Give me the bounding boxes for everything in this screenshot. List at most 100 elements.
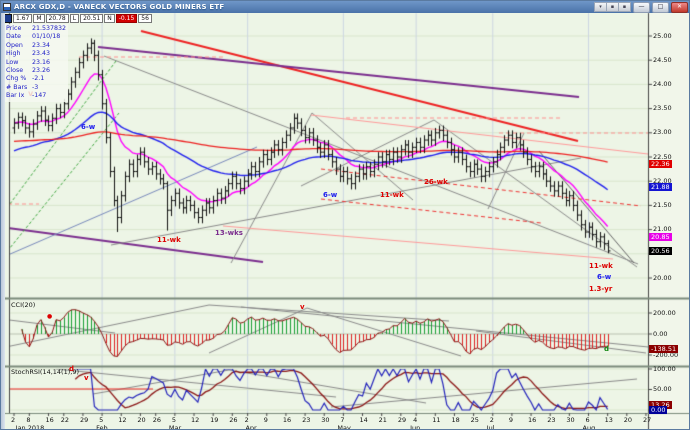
quote-cell-2: 20.78 [46, 14, 69, 23]
price-axis-tick: 23.00 [653, 129, 672, 136]
chart-annotation-6-w: 6-w [81, 123, 95, 131]
chart-annotation-d: d [69, 365, 74, 373]
price-axis-tick: 20.00 [653, 275, 672, 282]
price-chart-canvas[interactable] [1, 1, 690, 430]
chart-annotation-1.3-yr: 1.3-yr [589, 285, 612, 293]
chart-annotation-11-wk: 11-wk [157, 236, 181, 244]
price-marker-20.85: 20.85 [649, 233, 672, 241]
price-axis-tick: 24.50 [653, 57, 672, 64]
bar-info-panel: Price21.537832Date01/10/18Open23.34High2… [4, 24, 68, 102]
cci-axis-tick: -200.00 [653, 352, 678, 359]
date-month-label: Jul [487, 424, 495, 430]
price-marker-21.88: 21.88 [649, 183, 672, 191]
left-frame-strip [1, 13, 5, 430]
chart-annotation-●: ● [47, 313, 52, 320]
date-tick: 2 [11, 416, 15, 424]
date-tick: 26 [229, 416, 237, 424]
price-marker-22.36: 22.36 [649, 160, 672, 168]
tool-button-1[interactable]: ▾ [595, 3, 607, 11]
info-row: Chg %-2.1 [6, 75, 66, 83]
quote-cell-7: 56 [138, 14, 152, 23]
price-axis-tick: 25.00 [653, 33, 672, 40]
info-row: Open23.34 [6, 42, 66, 50]
date-tick: 2 [245, 416, 249, 424]
info-row: # Bars-3 [6, 84, 66, 92]
price-axis-tick: 24.00 [653, 81, 672, 88]
window-title: ARCX GDX,D - VANECK VECTORS GOLD MINERS … [14, 3, 224, 11]
date-tick: 27 [643, 416, 651, 424]
date-tick: 29 [80, 416, 88, 424]
info-row: Bar Ix-147 [6, 92, 66, 100]
date-tick: 18 [451, 416, 459, 424]
quote-cell-3: L [70, 14, 79, 23]
date-tick: 30 [321, 416, 329, 424]
date-tick: 20 [624, 416, 632, 424]
date-tick: 5 [172, 416, 176, 424]
cci-axis-tick: 200.00 [653, 310, 676, 317]
date-tick: 2 [490, 416, 494, 424]
date-tick: 29 [398, 416, 406, 424]
titlebar-tool-buttons[interactable]: ▾ ▪ ▪ [594, 2, 631, 12]
date-tick: 30 [566, 416, 574, 424]
date-tick: 16 [283, 416, 291, 424]
date-tick: 11 [432, 416, 440, 424]
date-tick: 8 [26, 416, 30, 424]
minimize-button[interactable]: — [633, 2, 650, 13]
date-month-label: May [337, 424, 350, 430]
cci-axis-tick: 0.00 [653, 331, 667, 338]
close-button[interactable]: ✕ [671, 2, 688, 13]
date-month-label: Feb [96, 424, 108, 430]
chart-annotation-11-wk: 11-wk [380, 191, 404, 199]
date-month-label: Aug [583, 424, 596, 430]
date-tick: 12 [118, 416, 126, 424]
info-row: High23.43 [6, 50, 66, 58]
info-row: Low23.16 [6, 59, 66, 67]
cci-panel-label: CCI(20) [11, 301, 35, 309]
quote-cell-5: N [104, 14, 115, 23]
info-row: Date01/10/18 [6, 33, 66, 41]
date-tick: 16 [45, 416, 53, 424]
price-axis-tick: 23.50 [653, 105, 672, 112]
date-tick: 5 [99, 416, 103, 424]
date-month-label: Mar [169, 424, 181, 430]
app-icon [3, 3, 11, 11]
quote-cell-0: 1.67 [13, 14, 32, 23]
cci-value-marker: -138.51 [649, 345, 678, 353]
stoch-axis-tick: 100.00 [653, 366, 676, 373]
chart-window: ARCX GDX,D - VANECK VECTORS GOLD MINERS … [0, 0, 690, 430]
date-tick: 4 [413, 416, 417, 424]
titlebar[interactable]: ARCX GDX,D - VANECK VECTORS GOLD MINERS … [1, 1, 690, 13]
chart-annotation-11-wk: 11-wk [589, 262, 613, 270]
date-tick: 19 [210, 416, 218, 424]
date-tick: 12 [191, 416, 199, 424]
chart-annotation-v: v [300, 303, 305, 311]
restore-button[interactable]: □ [652, 2, 669, 13]
date-tick: 25 [471, 416, 479, 424]
chart-annotation-v: v [84, 374, 89, 382]
date-tick: 20 [137, 416, 145, 424]
price-axis-tick: 21.50 [653, 202, 672, 209]
chart-annotation-d: d [604, 345, 609, 353]
quote-row: 1.67M20.78L20.51N-0.1556 [3, 14, 152, 23]
chart-annotation-6-w: 6-w [597, 273, 611, 281]
info-row: Price21.537832 [6, 25, 66, 33]
quote-cell-6: -0.15 [116, 14, 138, 23]
stoch-marker-0.00: 0.00 [649, 406, 667, 414]
date-tick: 21 [379, 416, 387, 424]
date-tick: 7 [340, 416, 344, 424]
tool-button-2[interactable]: ▪ [607, 3, 619, 11]
stoch-axis-tick: 50.00 [653, 386, 672, 393]
chart-annotation-26-wk: 26-wk [424, 178, 448, 186]
date-tick: 23 [302, 416, 310, 424]
tool-button-3[interactable]: ▪ [619, 3, 630, 11]
quote-cell-1: M [33, 14, 44, 23]
date-tick: 14 [360, 416, 368, 424]
chart-annotation-13-wks: 13-wks [215, 229, 243, 237]
info-row: Close23.26 [6, 67, 66, 75]
chart-annotation-6-w: 6-w [323, 191, 337, 199]
date-tick: 22 [61, 416, 69, 424]
date-month-label: Jan 2018 [16, 424, 45, 430]
date-tick: 16 [528, 416, 536, 424]
date-tick: 9 [509, 416, 513, 424]
date-tick: 26 [153, 416, 161, 424]
